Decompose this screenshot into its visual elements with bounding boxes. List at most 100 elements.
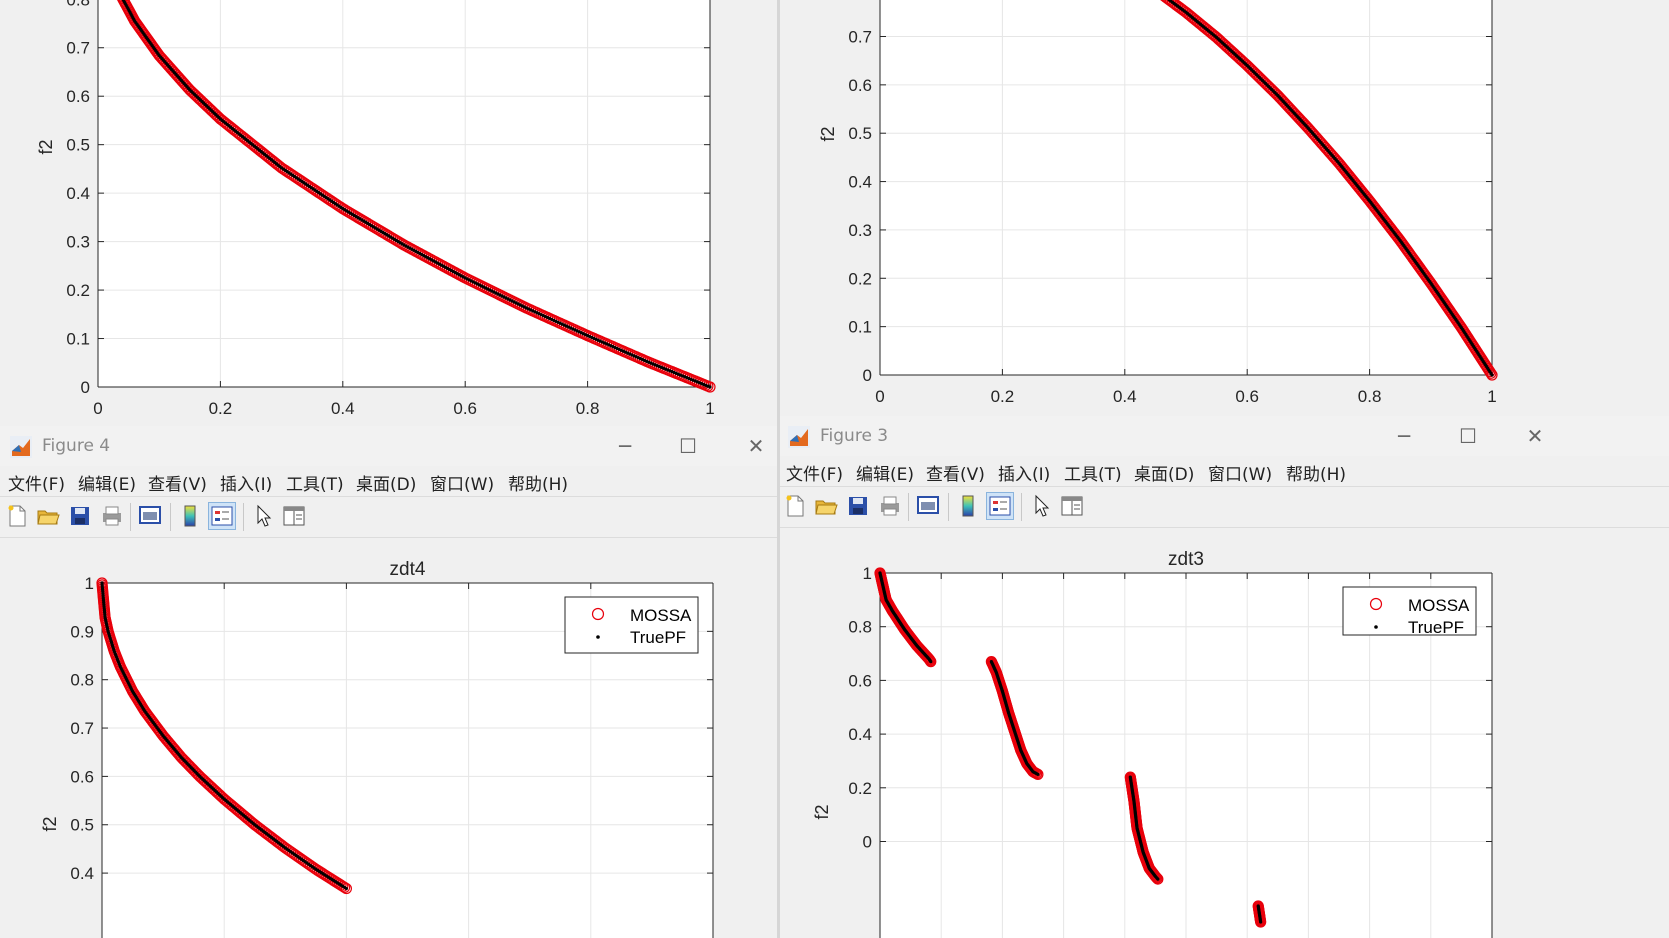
figure3-toolbar (778, 486, 1669, 528)
x-tick-label: 0.8 (576, 399, 600, 418)
colorbar-icon[interactable] (955, 493, 981, 519)
zdt3-axes[interactable]: 0 0.2 0.4 0.6 0.8 1 f2 zdt3 MOSSA TruePF (778, 526, 1669, 938)
y-tick-label: 0.7 (848, 27, 872, 46)
chart-title: zdt3 (1168, 549, 1204, 570)
y-tick-label: 0.4 (66, 184, 90, 203)
truepf-point (929, 660, 933, 664)
y-tick-label: 0.1 (66, 330, 90, 349)
y-tick-label: 0.4 (848, 725, 872, 744)
print-icon[interactable] (99, 503, 125, 529)
menu-desktop[interactable]: 桌面(D) (356, 470, 416, 495)
pointer-icon[interactable] (1028, 493, 1054, 519)
property-inspector-icon[interactable] (281, 503, 307, 529)
y-tick-label: 0.8 (848, 618, 872, 637)
menu-edit[interactable]: 编辑(E) (78, 470, 136, 495)
menu-tools[interactable]: 工具(T) (286, 470, 344, 495)
toolbar-separator (170, 503, 171, 531)
open-file-icon[interactable] (813, 493, 839, 519)
y-tick-label: 0.9 (70, 622, 94, 641)
top-left-axes[interactable]: 0 0.1 0.2 0.3 0.4 0.5 0.6 0.7 0.8 0 0.2 0.4 0.6 0.8 1 f… (0, 0, 778, 426)
menu-insert[interactable]: 插入(I) (998, 460, 1050, 485)
y-tick-label: 0.3 (66, 233, 90, 252)
close-button[interactable]: ✕ (736, 431, 776, 461)
x-tick-label: 0.4 (331, 399, 355, 418)
maximize-button[interactable]: ☐ (1448, 421, 1488, 451)
colorbar-icon[interactable] (177, 503, 203, 529)
toolbar-separator (948, 493, 949, 521)
pointer-icon[interactable] (250, 503, 276, 529)
y-axis-label: f2 (40, 816, 60, 831)
y-tick-label: 0.6 (70, 767, 94, 786)
print-preview-icon[interactable] (137, 503, 163, 529)
y-tick-label: 0.4 (70, 864, 94, 883)
top-right-axes[interactable]: 0 0.1 0.2 0.3 0.4 0.5 0.6 0.7 0 0.2 0.4 0.6 0.8 1 f2 (778, 0, 1669, 416)
y-axis-label: f2 (818, 126, 838, 141)
menu-file[interactable]: 文件(F) (8, 470, 65, 495)
legend-mossa-label: MOSSA (630, 606, 692, 625)
toolbar-separator (1021, 493, 1022, 521)
y-tick-label: 1 (85, 574, 94, 593)
legend-icon[interactable] (208, 502, 236, 530)
menu-view[interactable]: 查看(V) (926, 460, 985, 485)
matlab-logo-icon (788, 426, 810, 448)
minimize-button[interactable]: ─ (1384, 421, 1424, 451)
menu-desktop[interactable]: 桌面(D) (1134, 460, 1194, 485)
y-tick-label: 0 (863, 366, 872, 385)
truepf-point (1156, 877, 1160, 881)
y-tick-label: 0.8 (70, 671, 94, 690)
y-tick-label: 0.8 (66, 0, 90, 9)
menu-edit[interactable]: 编辑(E) (856, 460, 914, 485)
zdt4-axes[interactable]: 0.4 0.5 0.6 0.7 0.8 0.9 1 f2 zdt4 MOSSA TruePF (0, 536, 778, 938)
plot-area (880, 0, 1492, 375)
toolbar-separator (908, 493, 909, 521)
new-figure-icon[interactable] (4, 503, 30, 529)
toolbar-separator (243, 503, 244, 531)
y-axis-label: f2 (812, 804, 832, 819)
menu-help[interactable]: 帮助(H) (508, 470, 568, 495)
figure4-window: Figure 4 ─ ☐ ✕ 文件(F) 编辑(E) 查看(V) 插入(I) 工… (0, 426, 778, 938)
x-tick-label: 0.6 (1235, 387, 1259, 406)
menu-tools[interactable]: 工具(T) (1064, 460, 1122, 485)
x-tick-label: 0 (93, 399, 102, 418)
y-tick-label: 0.7 (66, 39, 90, 58)
x-tick-label: 0.4 (1113, 387, 1137, 406)
menu-window[interactable]: 窗口(W) (430, 470, 494, 495)
legend-mossa-label: MOSSA (1408, 596, 1470, 615)
y-tick-label: 0 (863, 833, 872, 852)
figure4-titlebar[interactable]: Figure 4 ─ ☐ ✕ (0, 426, 778, 466)
y-tick-label: 0.1 (848, 318, 872, 337)
save-icon[interactable] (67, 503, 93, 529)
toolbar-separator (130, 503, 131, 531)
close-button[interactable]: ✕ (1515, 421, 1555, 451)
property-inspector-icon[interactable] (1059, 493, 1085, 519)
y-tick-label: 0.5 (70, 816, 94, 835)
open-file-icon[interactable] (35, 503, 61, 529)
menu-view[interactable]: 查看(V) (148, 470, 207, 495)
menu-file[interactable]: 文件(F) (786, 460, 843, 485)
legend-icon[interactable] (986, 492, 1014, 520)
chart-title: zdt4 (390, 559, 426, 580)
print-icon[interactable] (877, 493, 903, 519)
legend-truepf-marker (1374, 625, 1378, 629)
x-tick-label: 0.8 (1358, 387, 1382, 406)
y-tick-label: 0.5 (848, 124, 872, 143)
minimize-button[interactable]: ─ (605, 431, 645, 461)
legend-truepf-marker (596, 635, 600, 639)
y-tick-label: 0.2 (848, 779, 872, 798)
menu-insert[interactable]: 插入(I) (220, 470, 272, 495)
menu-window[interactable]: 窗口(W) (1208, 460, 1272, 485)
matlab-logo-icon (10, 436, 32, 458)
maximize-button[interactable]: ☐ (668, 431, 708, 461)
y-tick-label: 1 (863, 564, 872, 583)
legend-truepf-label: TruePF (630, 628, 686, 647)
figure3-window: Figure 3 ─ ☐ ✕ 文件(F) 编辑(E) 查看(V) 插入(I) 工… (778, 416, 1669, 938)
figure3-titlebar[interactable]: Figure 3 ─ ☐ ✕ (778, 416, 1669, 456)
new-figure-icon[interactable] (782, 493, 808, 519)
print-preview-icon[interactable] (915, 493, 941, 519)
y-tick-label: 0.4 (848, 173, 872, 192)
menu-help[interactable]: 帮助(H) (1286, 460, 1346, 485)
top-left-figure-region: 0 0.1 0.2 0.3 0.4 0.5 0.6 0.7 0.8 0 0.2 0.4 0.6 0.8 1 f… (0, 0, 778, 426)
y-tick-label: 0.6 (66, 87, 90, 106)
save-icon[interactable] (845, 493, 871, 519)
y-tick-label: 0.5 (66, 136, 90, 155)
